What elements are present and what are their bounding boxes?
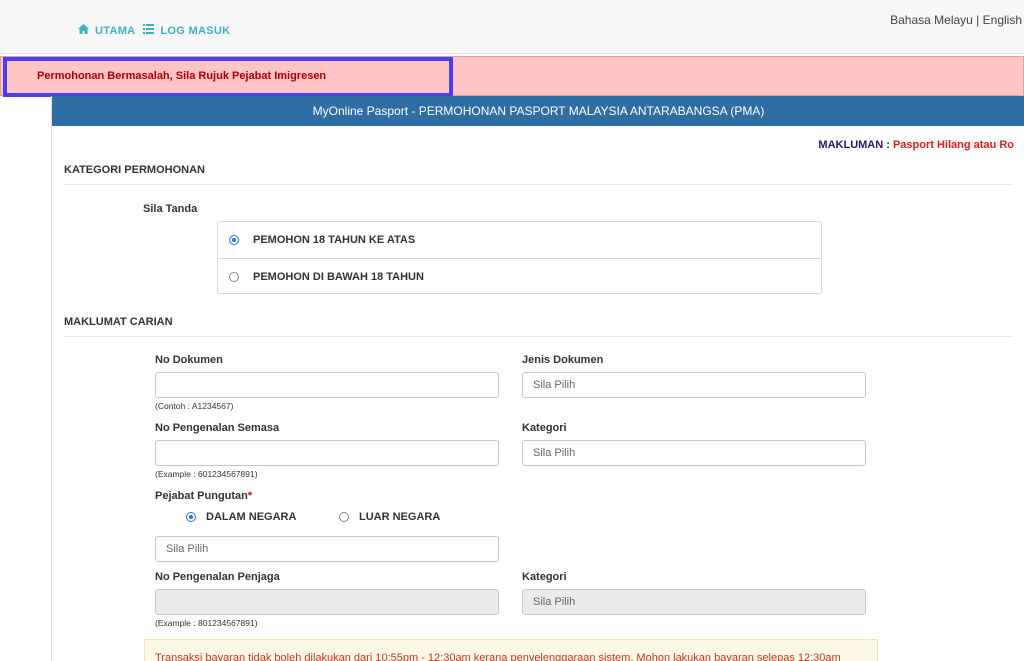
no-pengenalan-penjaga-label: No Pengenalan Penjaga — [155, 571, 280, 583]
no-pengenalan-hint: (Example : 601234567891) — [155, 469, 258, 479]
radio-dalam-negara[interactable]: DALAM NEGARA — [186, 511, 296, 523]
radio-button-selected[interactable] — [186, 512, 196, 522]
radio-option-18-above[interactable]: PEMOHON 18 TAHUN KE ATAS — [218, 222, 821, 258]
main-nav: UTAMA LOG MASUK — [78, 24, 238, 37]
panel-title: MyOnline Pasport - PERMOHONAN PASPORT MA… — [52, 96, 1024, 126]
radio-option-label: PEMOHON 18 TAHUN KE ATAS — [253, 234, 416, 246]
list-icon — [143, 24, 155, 37]
pejabat-label-text: Pejabat Pungutan — [155, 490, 248, 502]
section-carian-heading: MAKLUMAT CARIAN — [64, 316, 1012, 337]
radio-option-label: PEMOHON DI BAWAH 18 TAHUN — [253, 270, 424, 283]
radio-label: LUAR NEGARA — [359, 511, 441, 523]
application-panel: MyOnline Pasport - PERMOHONAN PASPORT MA… — [51, 96, 1024, 661]
jenis-dokumen-select[interactable]: Sila Pilih — [522, 372, 866, 398]
radio-button[interactable] — [229, 271, 239, 282]
no-pengenalan-penjaga-hint: (Example : 801234567891) — [155, 618, 258, 628]
pejabat-pungutan-select[interactable]: Sila Pilih — [155, 536, 499, 562]
pejabat-pungutan-label: Pejabat Pungutan* — [155, 490, 252, 502]
makluman-label: MAKLUMAN : — [818, 139, 890, 151]
nav-login-label: LOG MASUK — [160, 24, 231, 37]
no-pengenalan-penjaga-input[interactable] — [155, 589, 499, 615]
nav-home-label: UTAMA — [95, 24, 136, 37]
language-switcher: Bahasa Melayu | English — [890, 13, 1022, 27]
home-icon — [78, 24, 89, 37]
required-asterisk: * — [247, 490, 253, 502]
makluman-notice: MAKLUMAN : Pasport Hilang atau Ro — [818, 139, 1014, 151]
lang-english-link[interactable]: English — [983, 13, 1022, 27]
kategori-select[interactable]: Sila Pilih — [522, 440, 866, 466]
makluman-link[interactable]: Pasport Hilang atau Ro — [893, 139, 1014, 151]
top-navbar: UTAMA LOG MASUK Bahasa Melayu | English — [0, 0, 1024, 54]
lang-separator: | — [976, 13, 980, 27]
kategori-label: Kategori — [522, 422, 567, 434]
radio-button[interactable] — [339, 512, 349, 522]
sila-tanda-label: Sila Tanda — [143, 203, 198, 215]
no-dokumen-input[interactable] — [155, 372, 499, 398]
nav-login-link[interactable]: LOG MASUK — [143, 24, 230, 37]
radio-option-18-below[interactable]: PEMOHON DI BAWAH 18 TAHUN — [218, 258, 821, 294]
no-dokumen-hint: (Contoh : A1234567) — [155, 401, 234, 411]
kategori-radio-group: PEMOHON 18 TAHUN KE ATAS PEMOHON DI BAWA… — [217, 221, 822, 294]
radio-button-selected[interactable] — [229, 235, 239, 245]
alert-banner: Permohonan Bermasalah, Sila Rujuk Pejaba… — [0, 56, 1024, 97]
no-dokumen-label: No Dokumen — [155, 354, 223, 366]
alert-text: Permohonan Bermasalah, Sila Rujuk Pejaba… — [37, 70, 327, 82]
payment-notice: Transaksi bayaran tidak boleh dilakukan … — [144, 639, 878, 661]
jenis-dokumen-label: Jenis Dokumen — [522, 354, 604, 366]
no-pengenalan-input[interactable] — [155, 440, 499, 466]
kategori-penjaga-label: Kategori — [522, 571, 567, 583]
lang-malay-link[interactable]: Bahasa Melayu — [890, 13, 973, 27]
no-pengenalan-label: No Pengenalan Semasa — [155, 422, 280, 434]
section-kategori-heading: KATEGORI PERMOHONAN — [64, 164, 1012, 185]
kategori-penjaga-select[interactable]: Sila Pilih — [522, 589, 866, 615]
radio-label: DALAM NEGARA — [206, 511, 297, 523]
radio-luar-negara[interactable]: LUAR NEGARA — [339, 511, 440, 523]
nav-home-link[interactable]: UTAMA — [78, 24, 135, 37]
